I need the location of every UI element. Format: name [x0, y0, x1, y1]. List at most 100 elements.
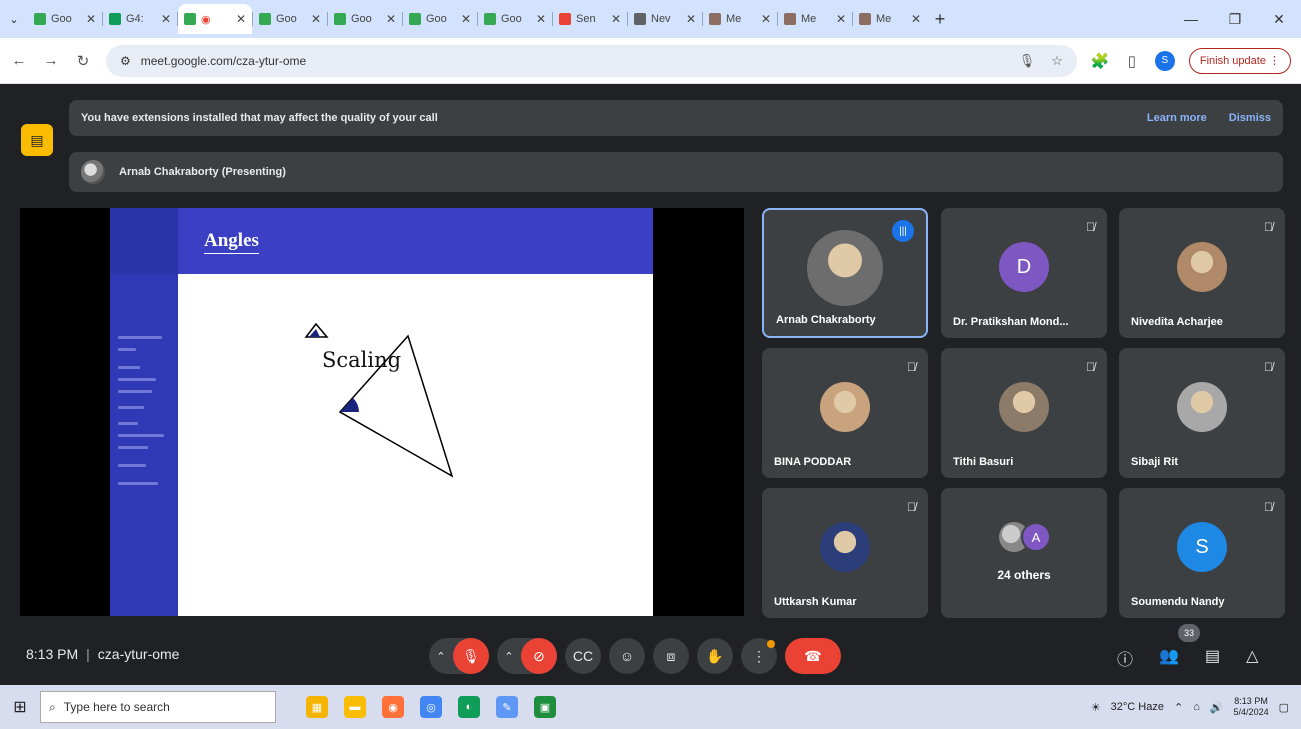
browser-tab[interactable]: ◉ ✕: [178, 4, 252, 34]
microphone-icon[interactable]: 🎙: [1019, 53, 1036, 69]
participant-tile[interactable]: Sibaji Rit 🎙̸: [1119, 348, 1285, 478]
browser-tab[interactable]: Nev ✕: [628, 4, 702, 34]
activities-icon[interactable]: △: [1246, 646, 1258, 670]
app-icon[interactable]: ▣: [534, 696, 556, 718]
profile-avatar[interactable]: S: [1154, 50, 1175, 71]
url-input[interactable]: ⚙ meet.google.com/cza-ytur-ome 🎙 ☆: [106, 44, 1077, 77]
presentation-icon[interactable]: ▤: [21, 124, 53, 156]
more-options-icon[interactable]: ⋮: [741, 638, 777, 674]
edge-icon[interactable]: ◐: [458, 696, 480, 718]
volume-icon[interactable]: 🔊: [1210, 701, 1224, 714]
network-icon[interactable]: ⌂: [1193, 701, 1200, 713]
file-explorer-icon[interactable]: ▬: [344, 696, 366, 718]
tab-close-icon[interactable]: ✕: [761, 12, 771, 26]
tab-close-icon[interactable]: ✕: [311, 12, 321, 26]
participant-tile[interactable]: Tithi Basuri 🎙̸: [941, 348, 1107, 478]
maximize-button[interactable]: ❐: [1213, 11, 1257, 28]
participant-name: BINA PODDAR: [774, 456, 852, 468]
people-icon[interactable]: 👥: [1159, 646, 1179, 670]
taskbar-search-input[interactable]: ⌕ Type here to search: [40, 691, 276, 723]
tab-close-icon[interactable]: ✕: [611, 12, 621, 26]
reload-button[interactable]: ↻: [74, 52, 92, 70]
tray-overflow-icon[interactable]: ⌃: [1174, 701, 1183, 714]
learn-more-link[interactable]: Learn more: [1147, 112, 1207, 124]
finish-update-label: Finish update: [1199, 54, 1266, 67]
weather-text[interactable]: 32°C Haze: [1111, 701, 1164, 713]
avatar: [820, 522, 870, 572]
others-count-label: 24 others: [997, 568, 1051, 582]
emoji-reaction-icon[interactable]: ☺: [609, 638, 645, 674]
windows-start-icon[interactable]: ⊞: [0, 697, 40, 717]
browser-tab[interactable]: Me ✕: [853, 4, 927, 34]
slide-sidebar-line: [118, 446, 148, 449]
system-tray: ☀ 32°C Haze ⌃ ⌂ 🔊 8:13 PM 5/4/2024 ▢: [1091, 696, 1301, 718]
slide-figure: [304, 322, 454, 478]
site-info-icon[interactable]: ⚙: [120, 54, 131, 68]
slide-sidebar-line: [118, 366, 140, 369]
avatar: [1177, 242, 1227, 292]
tab-close-icon[interactable]: ✕: [161, 12, 171, 26]
camera-off-icon[interactable]: ⊘: [521, 638, 557, 674]
microphone-off-icon[interactable]: 🎙: [453, 638, 489, 674]
finish-update-button[interactable]: Finish update ⋮: [1188, 47, 1291, 74]
raise-hand-icon[interactable]: ✋: [697, 638, 733, 674]
browser-tab[interactable]: Me ✕: [703, 4, 777, 34]
forward-button[interactable]: →: [42, 52, 60, 69]
avatar: [999, 382, 1049, 432]
browser-tab[interactable]: Goo ✕: [403, 4, 477, 34]
tab-close-icon[interactable]: ✕: [236, 12, 246, 26]
tab-label: Goo: [351, 13, 372, 25]
meet-window: ▤ You have extensions installed that may…: [0, 84, 1301, 685]
browser-tab[interactable]: Me ✕: [778, 4, 852, 34]
firefox-icon[interactable]: ◉: [382, 696, 404, 718]
browser-tab[interactable]: Goo ✕: [328, 4, 402, 34]
audio-settings-chevron-icon[interactable]: ⌃: [429, 650, 453, 663]
leave-call-icon[interactable]: ☎: [785, 638, 841, 674]
tab-favicon-icon: [559, 13, 571, 25]
participant-tile[interactable]: S Soumendu Nandy 🎙̸: [1119, 488, 1285, 618]
participant-tile[interactable]: BINA PODDAR 🎙̸: [762, 348, 928, 478]
participant-tile[interactable]: Uttkarsh Kumar 🎙̸: [762, 488, 928, 618]
task-view-icon[interactable]: ▦: [306, 696, 328, 718]
weather-icon[interactable]: ☀: [1091, 701, 1101, 714]
participant-tile[interactable]: Nivedita Acharjee 🎙̸: [1119, 208, 1285, 338]
tab-close-icon[interactable]: ✕: [836, 12, 846, 26]
close-window-button[interactable]: ✕: [1257, 11, 1301, 28]
bookmark-star-icon[interactable]: ☆: [1051, 53, 1063, 69]
browser-tab[interactable]: Sen ✕: [553, 4, 627, 34]
tab-favicon-icon: [34, 13, 46, 25]
notifications-icon[interactable]: ▢: [1279, 701, 1289, 714]
captions-icon[interactable]: CC: [565, 638, 601, 674]
tab-close-icon[interactable]: ✕: [911, 12, 921, 26]
slide-sidebar-line: [118, 378, 156, 381]
participant-tile[interactable]: Arnab Chakraborty |||: [762, 208, 928, 338]
back-button[interactable]: ←: [10, 52, 28, 69]
side-panel-icon[interactable]: ▯: [1123, 52, 1141, 70]
tab-search-icon[interactable]: ⌄: [0, 5, 28, 33]
presentation-view[interactable]: Angles Scaling: [20, 208, 744, 616]
tab-close-icon[interactable]: ✕: [86, 12, 96, 26]
notification-dot: [767, 640, 775, 648]
present-screen-icon[interactable]: ⧈: [653, 638, 689, 674]
tab-close-icon[interactable]: ✕: [686, 12, 696, 26]
tab-close-icon[interactable]: ✕: [461, 12, 471, 26]
chrome-icon[interactable]: ◎: [420, 696, 442, 718]
new-tab-button[interactable]: +: [927, 9, 953, 30]
meeting-details-icon[interactable]: ⓘ: [1117, 646, 1133, 670]
meeting-time: 8:13 PM: [26, 646, 79, 662]
dismiss-button[interactable]: Dismiss: [1229, 112, 1271, 124]
tab-close-icon[interactable]: ✕: [386, 12, 396, 26]
chat-icon[interactable]: ▤: [1205, 646, 1220, 670]
browser-tab[interactable]: Goo ✕: [253, 4, 327, 34]
tab-close-icon[interactable]: ✕: [536, 12, 546, 26]
participant-tile[interactable]: D Dr. Pratikshan Mond... 🎙̸: [941, 208, 1107, 338]
minimize-button[interactable]: —: [1169, 11, 1213, 28]
browser-tab[interactable]: Goo ✕: [478, 4, 552, 34]
video-settings-chevron-icon[interactable]: ⌃: [497, 650, 521, 663]
browser-tab[interactable]: G4: ✕: [103, 4, 177, 34]
paint-icon[interactable]: ✎: [496, 696, 518, 718]
clock[interactable]: 8:13 PM 5/4/2024: [1234, 696, 1269, 718]
browser-tab[interactable]: Goo ✕: [28, 4, 102, 34]
extension-icon[interactable]: 🧩: [1091, 52, 1110, 70]
participant-tile[interactable]: A 24 others: [941, 488, 1107, 618]
